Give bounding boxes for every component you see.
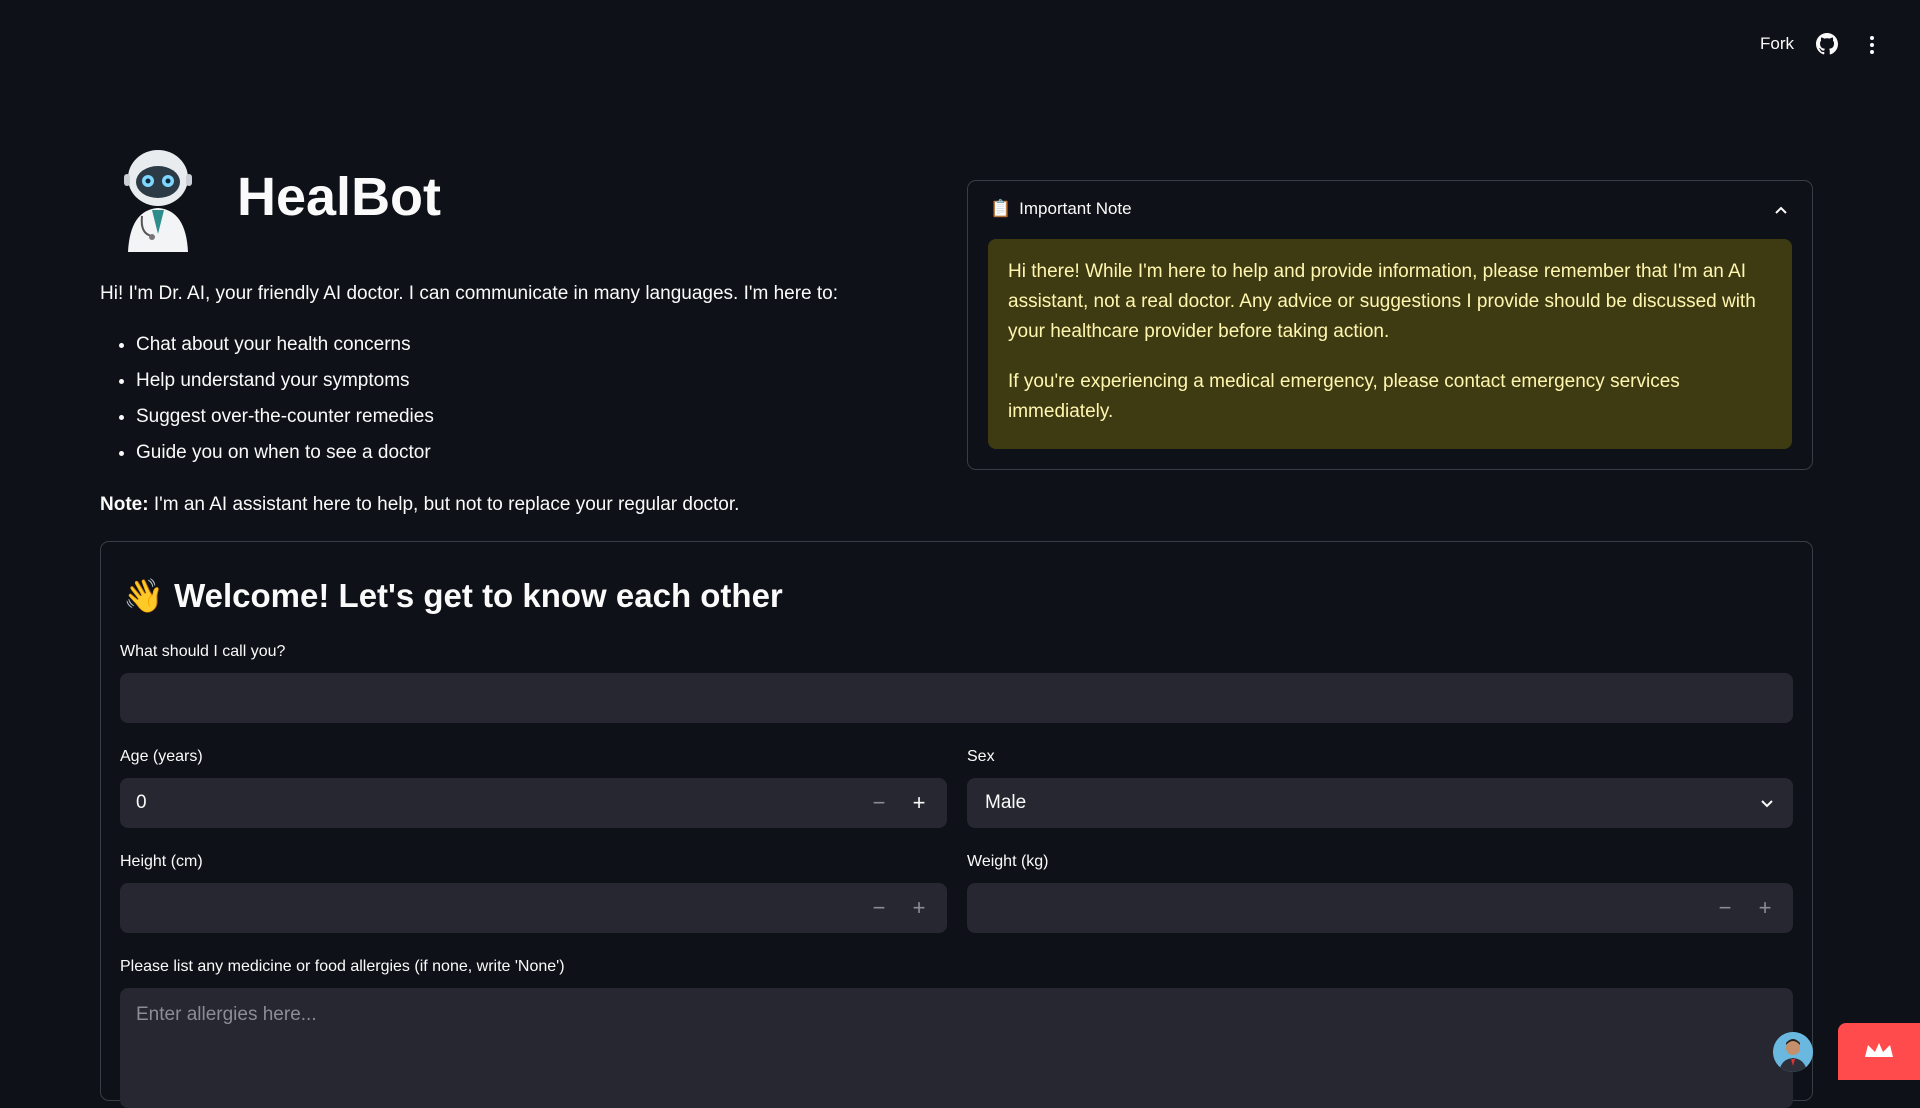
weight-label: Weight (kg) (967, 853, 1049, 870)
avatar[interactable] (1773, 1032, 1813, 1072)
weight-increment-button[interactable]: + (1745, 883, 1785, 933)
disclaimer-note: Note: I'm an AI assistant here to help, … (100, 491, 739, 519)
age-value: 0 (136, 792, 147, 813)
weight-input[interactable]: − + (967, 883, 1793, 933)
height-input[interactable]: − + (120, 883, 947, 933)
user-avatar-icon (1773, 1032, 1813, 1072)
list-item: Chat about your health concerns (136, 330, 434, 366)
kebab-menu-icon[interactable] (1862, 34, 1882, 56)
fork-button[interactable]: Fork (1760, 34, 1794, 54)
chevron-up-icon[interactable] (1774, 203, 1788, 217)
height-decrement-button[interactable]: − (859, 883, 899, 933)
note-text: I'm an AI assistant here to help, but no… (148, 494, 740, 515)
allergies-textarea[interactable]: Enter allergies here... (120, 988, 1793, 1108)
waving-hand-icon: 👋 (123, 577, 165, 614)
list-item: Guide you on when to see a doctor (136, 438, 434, 474)
streamlit-host-button[interactable] (1838, 1023, 1920, 1080)
list-item: Help understand your symptoms (136, 366, 434, 402)
sex-select[interactable]: Male (967, 778, 1793, 828)
height-label: Height (cm) (120, 853, 203, 870)
chevron-down-icon (1761, 800, 1773, 808)
list-item: Suggest over-the-counter remedies (136, 402, 434, 438)
sex-label: Sex (967, 748, 995, 765)
warning-paragraph: If you're experiencing a medical emergen… (1008, 371, 1680, 422)
capability-list: Chat about your health concerns Help und… (100, 330, 434, 474)
name-label: What should I call you? (120, 643, 286, 660)
top-toolbar: Fork (0, 0, 1920, 90)
warning-alert: Hi there! While I'm here to help and pro… (988, 239, 1792, 449)
height-increment-button[interactable]: + (899, 883, 939, 933)
age-stepper: − + (859, 778, 939, 828)
warning-paragraph: Hi there! While I'm here to help and pro… (1008, 261, 1756, 342)
sex-value: Male (985, 792, 1027, 813)
age-label: Age (years) (120, 748, 203, 765)
form-heading: 👋 Welcome! Let's get to know each other (123, 574, 783, 618)
intro-text: Hi! I'm Dr. AI, your friendly AI doctor.… (100, 283, 839, 304)
name-input[interactable] (120, 673, 1793, 723)
weight-decrement-button[interactable]: − (1705, 883, 1745, 933)
clipboard-icon: 📋 (990, 199, 1012, 218)
expander-header[interactable]: 📋 Important Note (990, 199, 1132, 219)
page-title: HealBot (237, 167, 442, 227)
age-decrement-button[interactable]: − (859, 778, 899, 828)
height-stepper: − + (859, 883, 939, 933)
expander-title: Important Note (1019, 199, 1132, 218)
age-input[interactable]: 0 − + (120, 778, 947, 828)
allergies-label: Please list any medicine or food allergi… (120, 958, 565, 975)
crown-icon (1865, 1043, 1893, 1057)
age-increment-button[interactable]: + (899, 778, 939, 828)
important-note-expander: 📋 Important Note Hi there! While I'm her… (967, 180, 1813, 470)
weight-stepper: − + (1705, 883, 1785, 933)
robot-doctor-icon (124, 150, 192, 252)
note-label: Note: (100, 494, 149, 515)
profile-form: 👋 Welcome! Let's get to know each other … (100, 541, 1813, 1108)
form-heading-text: Welcome! Let's get to know each other (174, 577, 783, 614)
allergies-placeholder: Enter allergies here... (136, 1004, 317, 1025)
github-icon[interactable] (1816, 33, 1838, 55)
